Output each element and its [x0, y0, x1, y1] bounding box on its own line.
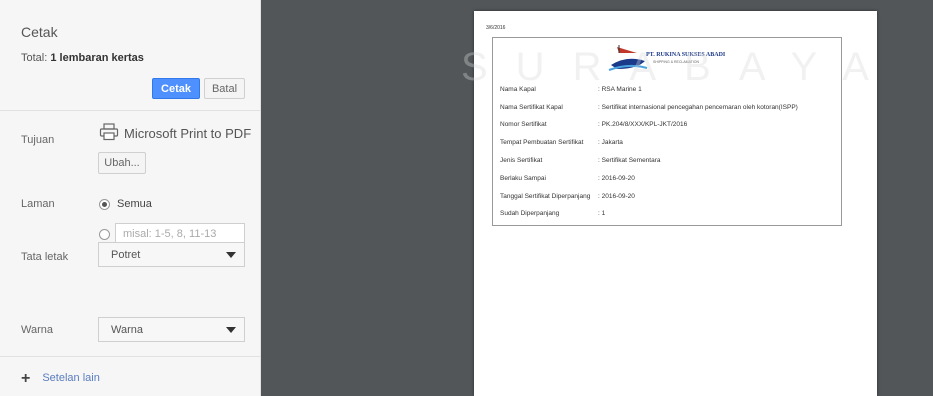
layout-label: Tata letak	[21, 251, 69, 263]
print-preview-area: 3/6/2016 PT. RUKINA SUKSES ABADI SHIPPIN…	[261, 0, 933, 396]
sheet-total: Total: 1 lembaran kertas	[21, 52, 144, 64]
cert-row: Jenis Sertifikat : Sertifikat Sementara	[500, 157, 661, 164]
more-settings-label: Setelan lain	[42, 372, 100, 384]
cert-row: Sudah Diperpanjang : 1	[500, 210, 605, 217]
printer-icon	[99, 123, 119, 141]
watermark-text: SURABAYA	[461, 45, 897, 89]
pages-label: Laman	[21, 198, 55, 210]
pages-all-radio[interactable]	[99, 199, 110, 210]
chevron-down-icon	[226, 327, 236, 333]
cert-value: : Sertifikat internasional pencegahan pe…	[598, 104, 798, 111]
layout-value: Potret	[111, 248, 141, 261]
cert-key: Sudah Diperpanjang	[500, 210, 560, 217]
pages-custom-radio[interactable]	[99, 229, 110, 240]
destination-name: Microsoft Print to PDF	[124, 126, 252, 141]
cert-key: Nama Sertifikat Kapal	[500, 104, 563, 111]
print-title: Cetak	[21, 24, 58, 40]
cert-value: : 1	[598, 210, 606, 217]
destination-label: Tujuan	[21, 134, 55, 146]
print-settings-panel: Cetak Total: 1 lembaran kertas Cetak Bat…	[0, 0, 261, 396]
cancel-button[interactable]: Batal	[204, 78, 245, 99]
cert-key: Nomor Sertifikat	[500, 121, 547, 128]
total-prefix: Total:	[21, 52, 48, 64]
cert-key: Tempat Pembuatan Sertifikat	[500, 139, 584, 146]
cert-value: : 2016-09-20	[598, 193, 635, 200]
color-select[interactable]: Warna	[98, 317, 245, 342]
page-date: 3/6/2016	[486, 25, 506, 31]
print-button[interactable]: Cetak	[152, 78, 200, 99]
cert-row: Tanggal Sertifikat Diperpanjang : 2016-0…	[500, 193, 635, 200]
cert-value: : Jakarta	[598, 139, 623, 146]
more-settings-link[interactable]: + Setelan lain	[21, 369, 100, 387]
cert-value: : 2016-09-20	[598, 175, 635, 182]
pages-all-label: Semua	[117, 198, 152, 210]
divider	[0, 110, 260, 111]
total-value: 1 lembaran kertas	[50, 52, 144, 64]
cert-row: Tempat Pembuatan Sertifikat : Jakarta	[500, 139, 623, 146]
color-value: Warna	[111, 323, 143, 336]
cert-key: Berlaku Sampai	[500, 175, 546, 182]
change-destination-button[interactable]: Ubah...	[98, 152, 146, 174]
divider	[0, 356, 260, 357]
cert-row: Nomor Sertifikat : PK.204/8/XXX/KPL-JKT/…	[500, 121, 687, 128]
cert-key: Jenis Sertifikat	[500, 157, 543, 164]
color-label: Warna	[21, 324, 53, 336]
chevron-down-icon	[226, 252, 236, 258]
cert-value: : Sertifikat Sementara	[598, 157, 661, 164]
cert-value: : PK.204/8/XXX/KPL-JKT/2016	[598, 121, 688, 128]
cert-key: Tanggal Sertifikat Diperpanjang	[500, 193, 591, 200]
layout-select[interactable]: Potret	[98, 242, 245, 267]
cert-row: Nama Sertifikat Kapal : Sertifikat inter…	[500, 104, 798, 111]
plus-icon: +	[21, 369, 31, 387]
cert-row: Berlaku Sampai : 2016-09-20	[500, 175, 635, 182]
